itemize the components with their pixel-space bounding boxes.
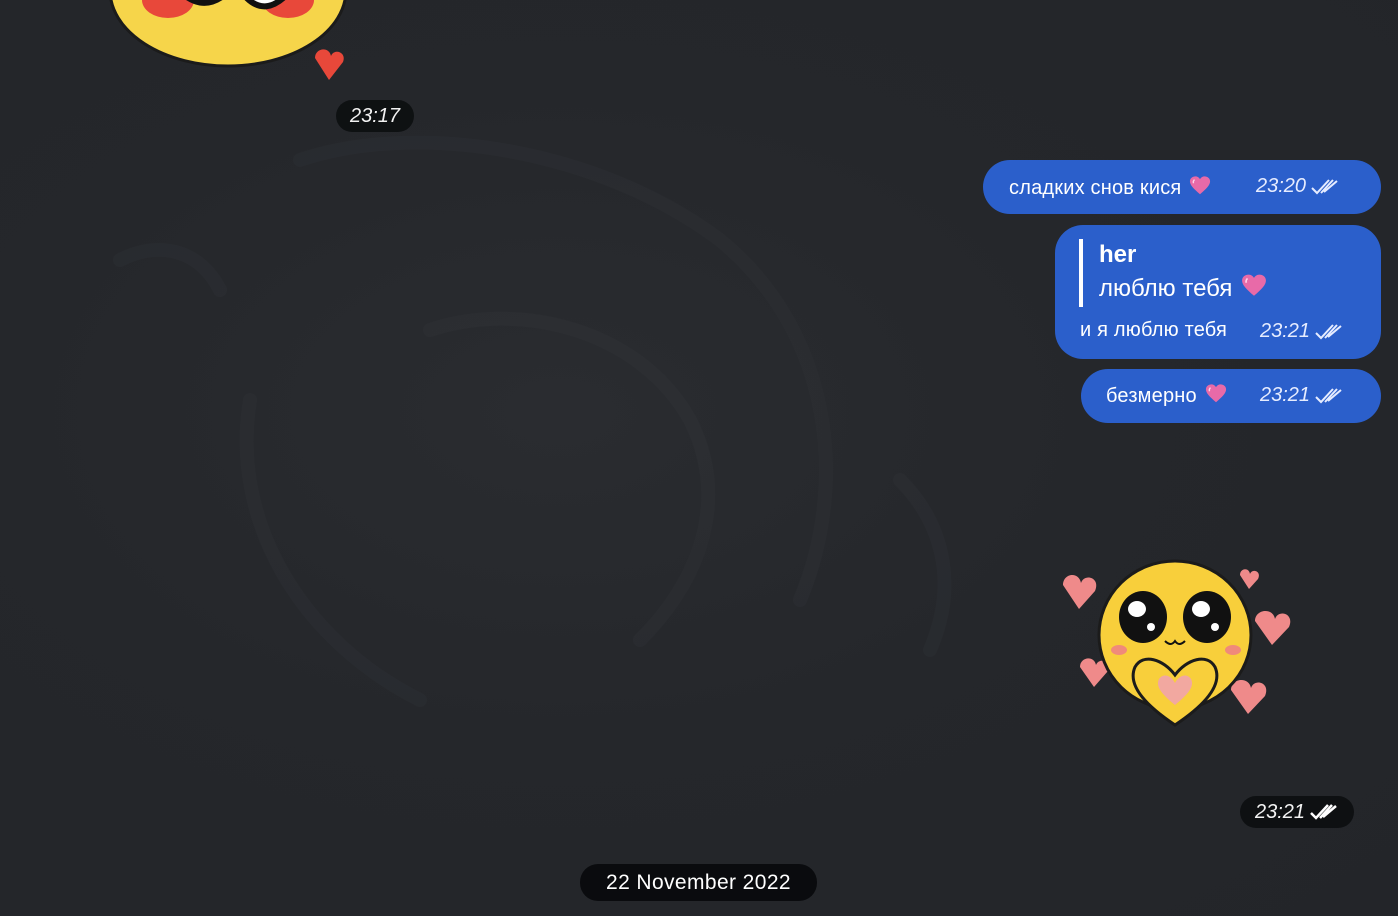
time-label: 23:21 <box>1254 800 1306 823</box>
heart-icon <box>1255 610 1291 645</box>
chat-area[interactable]: 23:17 сладких снов кися 23:20 her люблю … <box>0 0 1398 916</box>
outgoing-reply-message[interactable]: her люблю тебя и я люблю тебя 23:21 <box>1055 225 1381 359</box>
reply-quote[interactable]: her люблю тебя <box>1079 239 1267 307</box>
sticker-top-time: 23:17 <box>336 100 414 132</box>
time-label: 23:17 <box>349 104 401 127</box>
double-check-icon <box>1311 178 1338 194</box>
chat-background-pattern <box>113 135 952 707</box>
message-text: безмерно <box>1106 383 1227 408</box>
reply-text: люблю тебя <box>1099 271 1267 307</box>
message-meta: 23:21 <box>1260 320 1344 343</box>
heart-emoji-icon <box>1190 176 1211 195</box>
small-heart-icon <box>315 49 344 80</box>
reply-author: her <box>1099 241 1137 268</box>
heart-icon <box>1063 574 1097 609</box>
sticker-top[interactable] <box>90 0 360 90</box>
sticker-bottom[interactable] <box>1055 555 1295 735</box>
double-check-icon <box>1310 804 1337 820</box>
reply-text-content: люблю тебя <box>1099 275 1233 302</box>
message-time: 23:21 <box>1260 320 1311 342</box>
message-text-content: сладких снов кися <box>1009 177 1182 199</box>
outgoing-message-3[interactable]: безмерно 23:21 <box>1081 369 1381 423</box>
message-meta: 23:21 <box>1260 384 1344 407</box>
outgoing-message-1[interactable]: сладких снов кися 23:20 <box>983 160 1381 214</box>
date-separator[interactable]: 22 November 2022 <box>580 864 817 901</box>
message-meta: 23:20 <box>1256 175 1340 198</box>
date-label: 22 November 2022 <box>605 870 791 894</box>
message-text: и я люблю тебя <box>1080 319 1228 341</box>
heart-emoji-icon <box>1242 274 1266 296</box>
message-time: 23:21 <box>1260 384 1311 406</box>
double-check-icon <box>1315 323 1342 339</box>
heart-icon <box>1231 679 1267 714</box>
message-text: сладких снов кися <box>1009 175 1211 200</box>
heart-emoji-icon <box>1205 384 1226 403</box>
message-time: 23:20 <box>1256 175 1307 197</box>
double-check-icon <box>1315 387 1342 403</box>
message-text-content: безмерно <box>1106 385 1197 407</box>
heart-icon <box>1240 569 1259 589</box>
sticker-bottom-time: 23:21 <box>1240 796 1354 828</box>
